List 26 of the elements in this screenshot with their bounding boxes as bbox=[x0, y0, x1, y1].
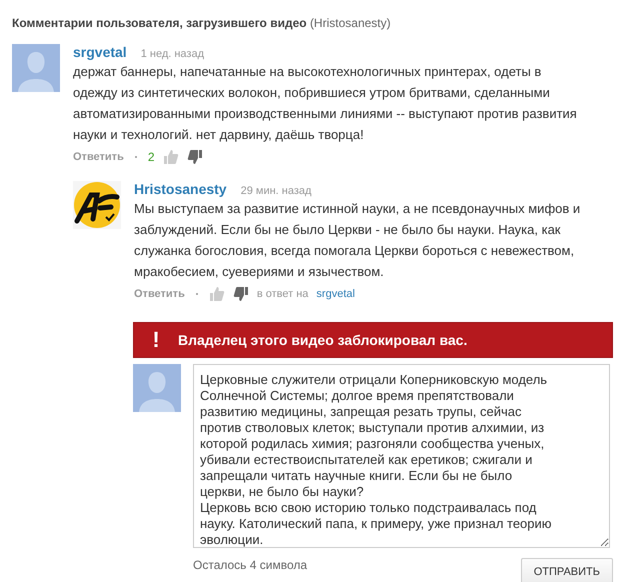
reply-link[interactable]: Ответить bbox=[73, 151, 124, 163]
alert-icon: ! bbox=[134, 327, 178, 353]
separator-dot bbox=[134, 156, 137, 158]
thumbs-up-icon[interactable] bbox=[162, 149, 179, 165]
author-link[interactable]: Hristosanesty bbox=[134, 181, 227, 197]
submit-button[interactable]: ОТПРАВИТЬ bbox=[520, 558, 613, 582]
comment-time: 1 нед. назад bbox=[140, 48, 204, 60]
blocked-message: Владелец этого видео заблокировал вас. bbox=[178, 332, 468, 348]
comment-text: Мы выступаем за развитие истинной науки, а не псевдонаучных мифов и заблуждений. Если бы не было Церкви - не было бы науки. Наука, как служанка богословия, всегда помогала Церкви бороться с невежеством, мракобесием, суевериями и язычеством. bbox=[134, 200, 582, 281]
comment-field[interactable]: Церковные служители отрицали Коперниковскую модель Солнечной Системы; долгое время препятствовали развитию медицины, запрещая резать трупы, сейчас против стволовых клеток; выступали против алхимии, из которой родилась химия; разгоняли сообщества ученых, убивали естествоиспытателей как еретиков; сжигали и запрещали читать научные книги. Если бы не было церкви, не было бы науки? Церковь всю свою историю только подстраивалась под науку. Католический папа, к примеру, уже признал теорию эволюции. bbox=[193, 364, 610, 548]
thumbs-up-icon[interactable] bbox=[208, 286, 225, 302]
logo-icon bbox=[73, 181, 121, 229]
thumbs-down-icon[interactable] bbox=[186, 149, 203, 165]
thumbs-down-icon[interactable] bbox=[232, 286, 249, 302]
section-title: Комментарии пользователя, загрузившего видео (Hristosanesty) bbox=[12, 16, 391, 30]
comment-text: держат баннеры, напечатанные на высокотехнологичных принтерах, одеты в одежду из синтетических волокон, побрившиеся утром бритвами, сделанными автоматизированными производственными линиями -- выступают против развития науки и технологий. нет дарвину, даёшь творца! bbox=[73, 63, 578, 144]
avatar-icon bbox=[12, 44, 60, 92]
chars-remaining: Осталось 4 символа bbox=[193, 558, 308, 572]
separator-dot bbox=[196, 293, 198, 295]
reply-link[interactable]: Ответить bbox=[134, 288, 185, 300]
reply-user-link[interactable]: srgvetal bbox=[316, 288, 355, 300]
in-reply-label: в ответ на bbox=[256, 288, 308, 300]
comment-time: 29 мин. назад bbox=[240, 185, 312, 197]
like-count: 2 bbox=[148, 150, 155, 164]
avatar-icon bbox=[133, 364, 181, 412]
author-link[interactable]: srgvetal bbox=[73, 44, 127, 60]
